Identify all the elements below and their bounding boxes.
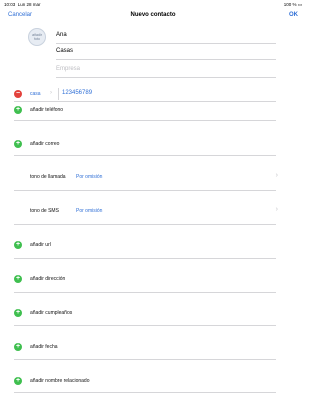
ringtone-row[interactable]: tono de llamada Por omisión › [0, 171, 306, 185]
phone-number-field[interactable]: 123456789 [62, 90, 92, 96]
divider [58, 88, 59, 100]
divider [14, 292, 276, 293]
add-birthday-label: añadir cumpleaños [30, 310, 73, 316]
divider [14, 101, 276, 102]
add-url-icon[interactable]: + [14, 241, 22, 249]
texttone-label: tono de SMS [30, 208, 59, 214]
add-email-row[interactable]: + añadir correo [0, 138, 306, 150]
chevron-right-icon: › [275, 172, 278, 179]
ringtone-value: Por omisión [76, 174, 103, 180]
add-date-label: añadir fecha [30, 344, 58, 350]
phone-type-selector[interactable]: casa [30, 91, 41, 97]
add-phone-label: añadir teléfono [30, 107, 64, 113]
battery-percent: 100 % [283, 1, 297, 7]
phone-row: − casa › 123456789 [0, 88, 306, 100]
add-date-row[interactable]: + añadir fecha [0, 341, 306, 353]
add-url-label: añadir url [30, 242, 51, 248]
add-url-row[interactable]: + añadir url [0, 239, 306, 251]
status-date-value: Lun 28 mar [17, 1, 41, 7]
add-date-icon[interactable]: + [14, 343, 22, 351]
page-title: Nuevo contacto [130, 12, 176, 18]
divider [14, 190, 276, 191]
add-related-name-row[interactable]: + añadir nombre relacionado [0, 375, 306, 387]
divider [14, 224, 276, 225]
battery-indicator: 100 % ▭ [284, 2, 302, 8]
ringtone-label: tono de llamada [30, 174, 66, 180]
chevron-right-icon: › [50, 89, 52, 96]
add-email-label: añadir correo [30, 141, 60, 147]
add-birthday-row[interactable]: + añadir cumpleaños [0, 307, 306, 319]
first-name-field[interactable]: Ana [56, 27, 276, 44]
divider [14, 325, 276, 326]
add-phone-row[interactable]: + añadir teléfono [0, 104, 306, 116]
status-bar: 10:03 Lun 28 mar 100 % ▭ [0, 0, 306, 9]
texttone-value: Por omisión [76, 208, 103, 214]
divider [14, 155, 276, 156]
last-name-field[interactable]: Casas [56, 43, 276, 60]
divider [14, 258, 276, 259]
add-address-icon[interactable]: + [14, 275, 22, 283]
add-email-icon[interactable]: + [14, 140, 22, 148]
add-phone-icon[interactable]: + [14, 106, 22, 114]
add-related-name-label: añadir nombre relacionado [30, 378, 90, 384]
battery-icon: ▭ [297, 1, 302, 7]
add-photo-button[interactable]: añadir foto [28, 28, 46, 46]
add-birthday-icon[interactable]: + [14, 309, 22, 317]
add-photo-label-2: foto [34, 37, 40, 41]
remove-phone-button[interactable]: − [14, 90, 22, 98]
divider [14, 359, 276, 360]
texttone-row[interactable]: tono de SMS Por omisión › [0, 205, 306, 219]
status-time-value: 10:03 [4, 1, 16, 7]
add-related-name-icon[interactable]: + [14, 377, 22, 385]
company-field[interactable]: Empresa [56, 61, 276, 78]
status-time: 10:03 Lun 28 mar [4, 2, 41, 7]
add-address-row[interactable]: + añadir dirección [0, 273, 306, 285]
ok-button[interactable]: OK [289, 12, 298, 18]
divider [14, 120, 276, 121]
divider [14, 392, 276, 393]
add-address-label: añadir dirección [30, 276, 66, 282]
chevron-right-icon: › [275, 206, 278, 213]
nav-bar: Cancelar Nuevo contacto OK [0, 9, 306, 25]
